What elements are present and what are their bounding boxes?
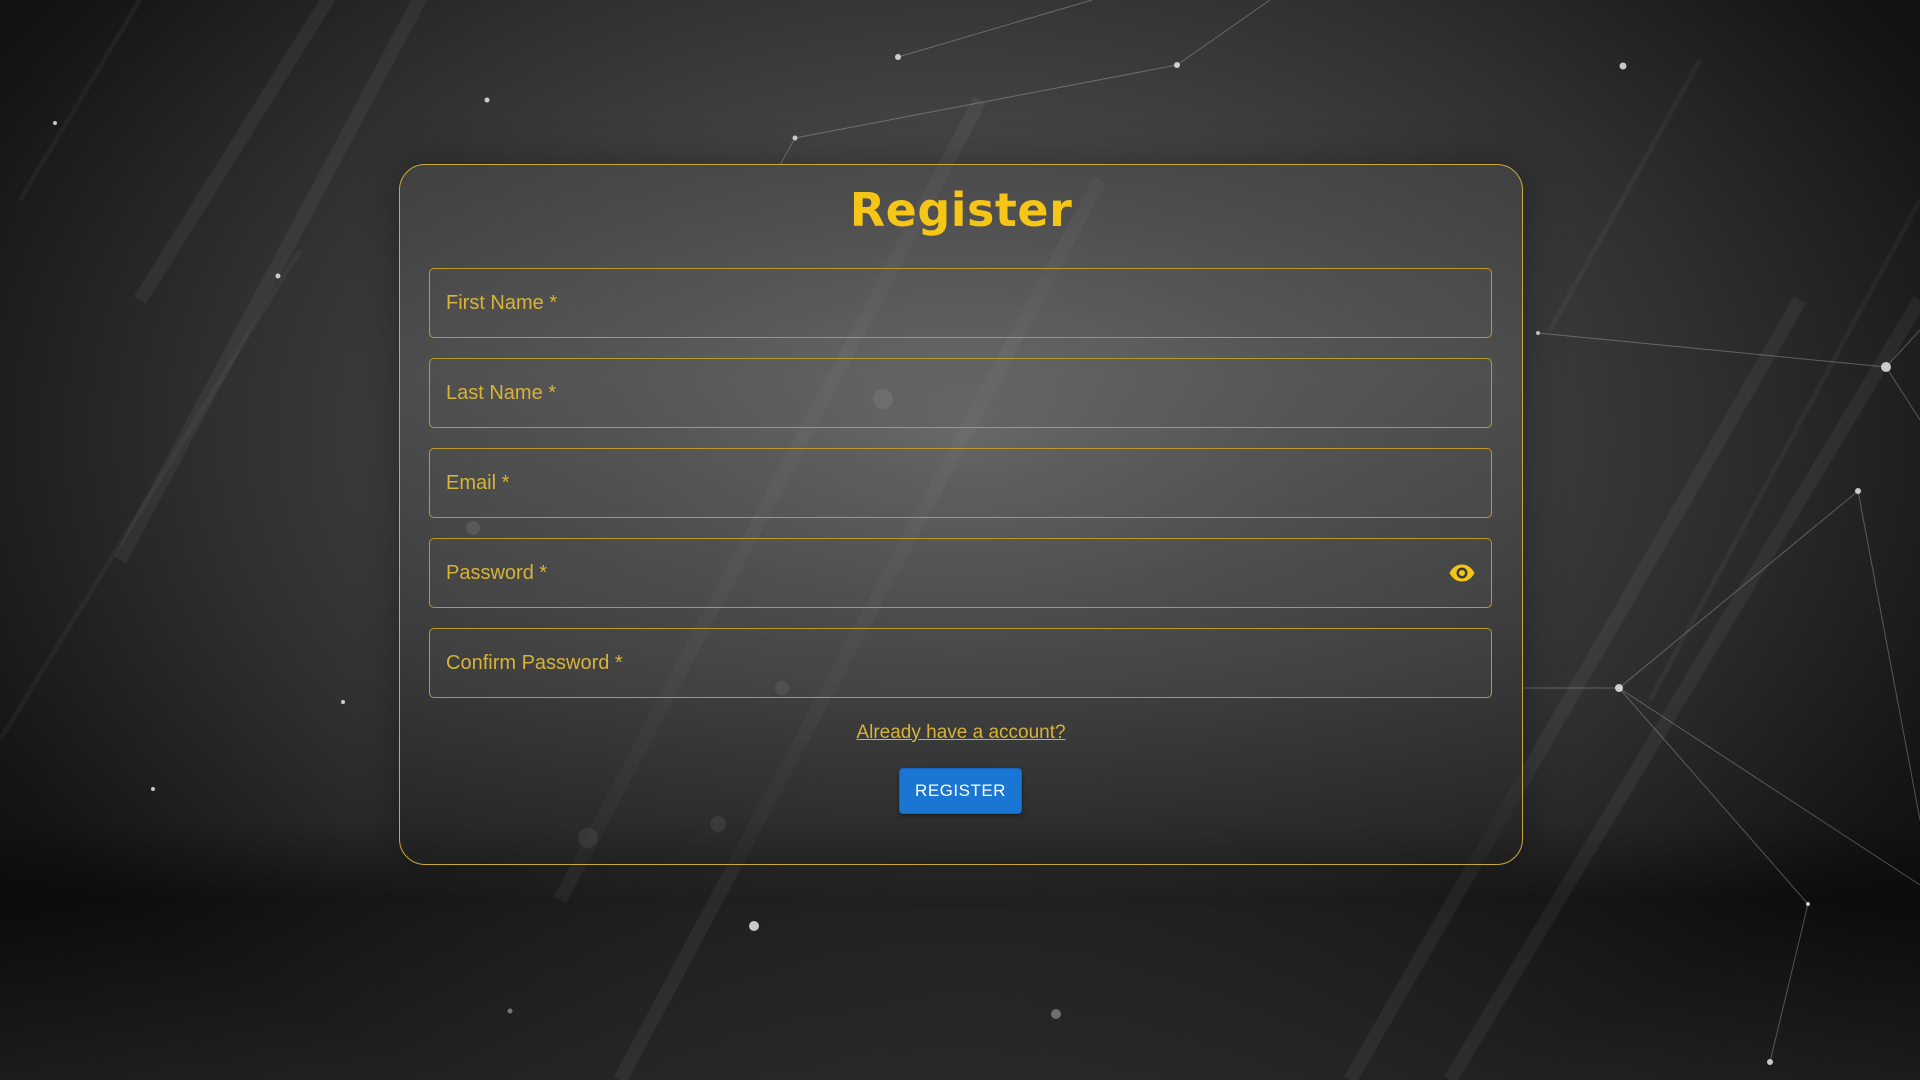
confirm-password-label: Confirm Password * — [446, 651, 623, 674]
confirm-password-field[interactable]: Confirm Password * — [429, 628, 1492, 698]
email-field[interactable]: Email * — [429, 448, 1492, 518]
last-name-label: Last Name * — [446, 381, 557, 404]
register-card: Register First Name * Last Name * Email … — [399, 164, 1523, 865]
eye-icon[interactable] — [1447, 562, 1477, 584]
password-field[interactable]: Password * — [429, 538, 1492, 608]
first-name-field[interactable]: First Name * — [429, 268, 1492, 338]
first-name-label: First Name * — [446, 291, 558, 314]
login-link-row: Already have a account? — [400, 722, 1522, 744]
last-name-field[interactable]: Last Name * — [429, 358, 1492, 428]
password-label: Password * — [446, 561, 548, 584]
already-have-account-link[interactable]: Already have a account? — [856, 722, 1065, 743]
page-title: Register — [849, 183, 1073, 237]
register-button[interactable]: REGISTER — [899, 768, 1022, 814]
email-label: Email * — [446, 471, 510, 494]
